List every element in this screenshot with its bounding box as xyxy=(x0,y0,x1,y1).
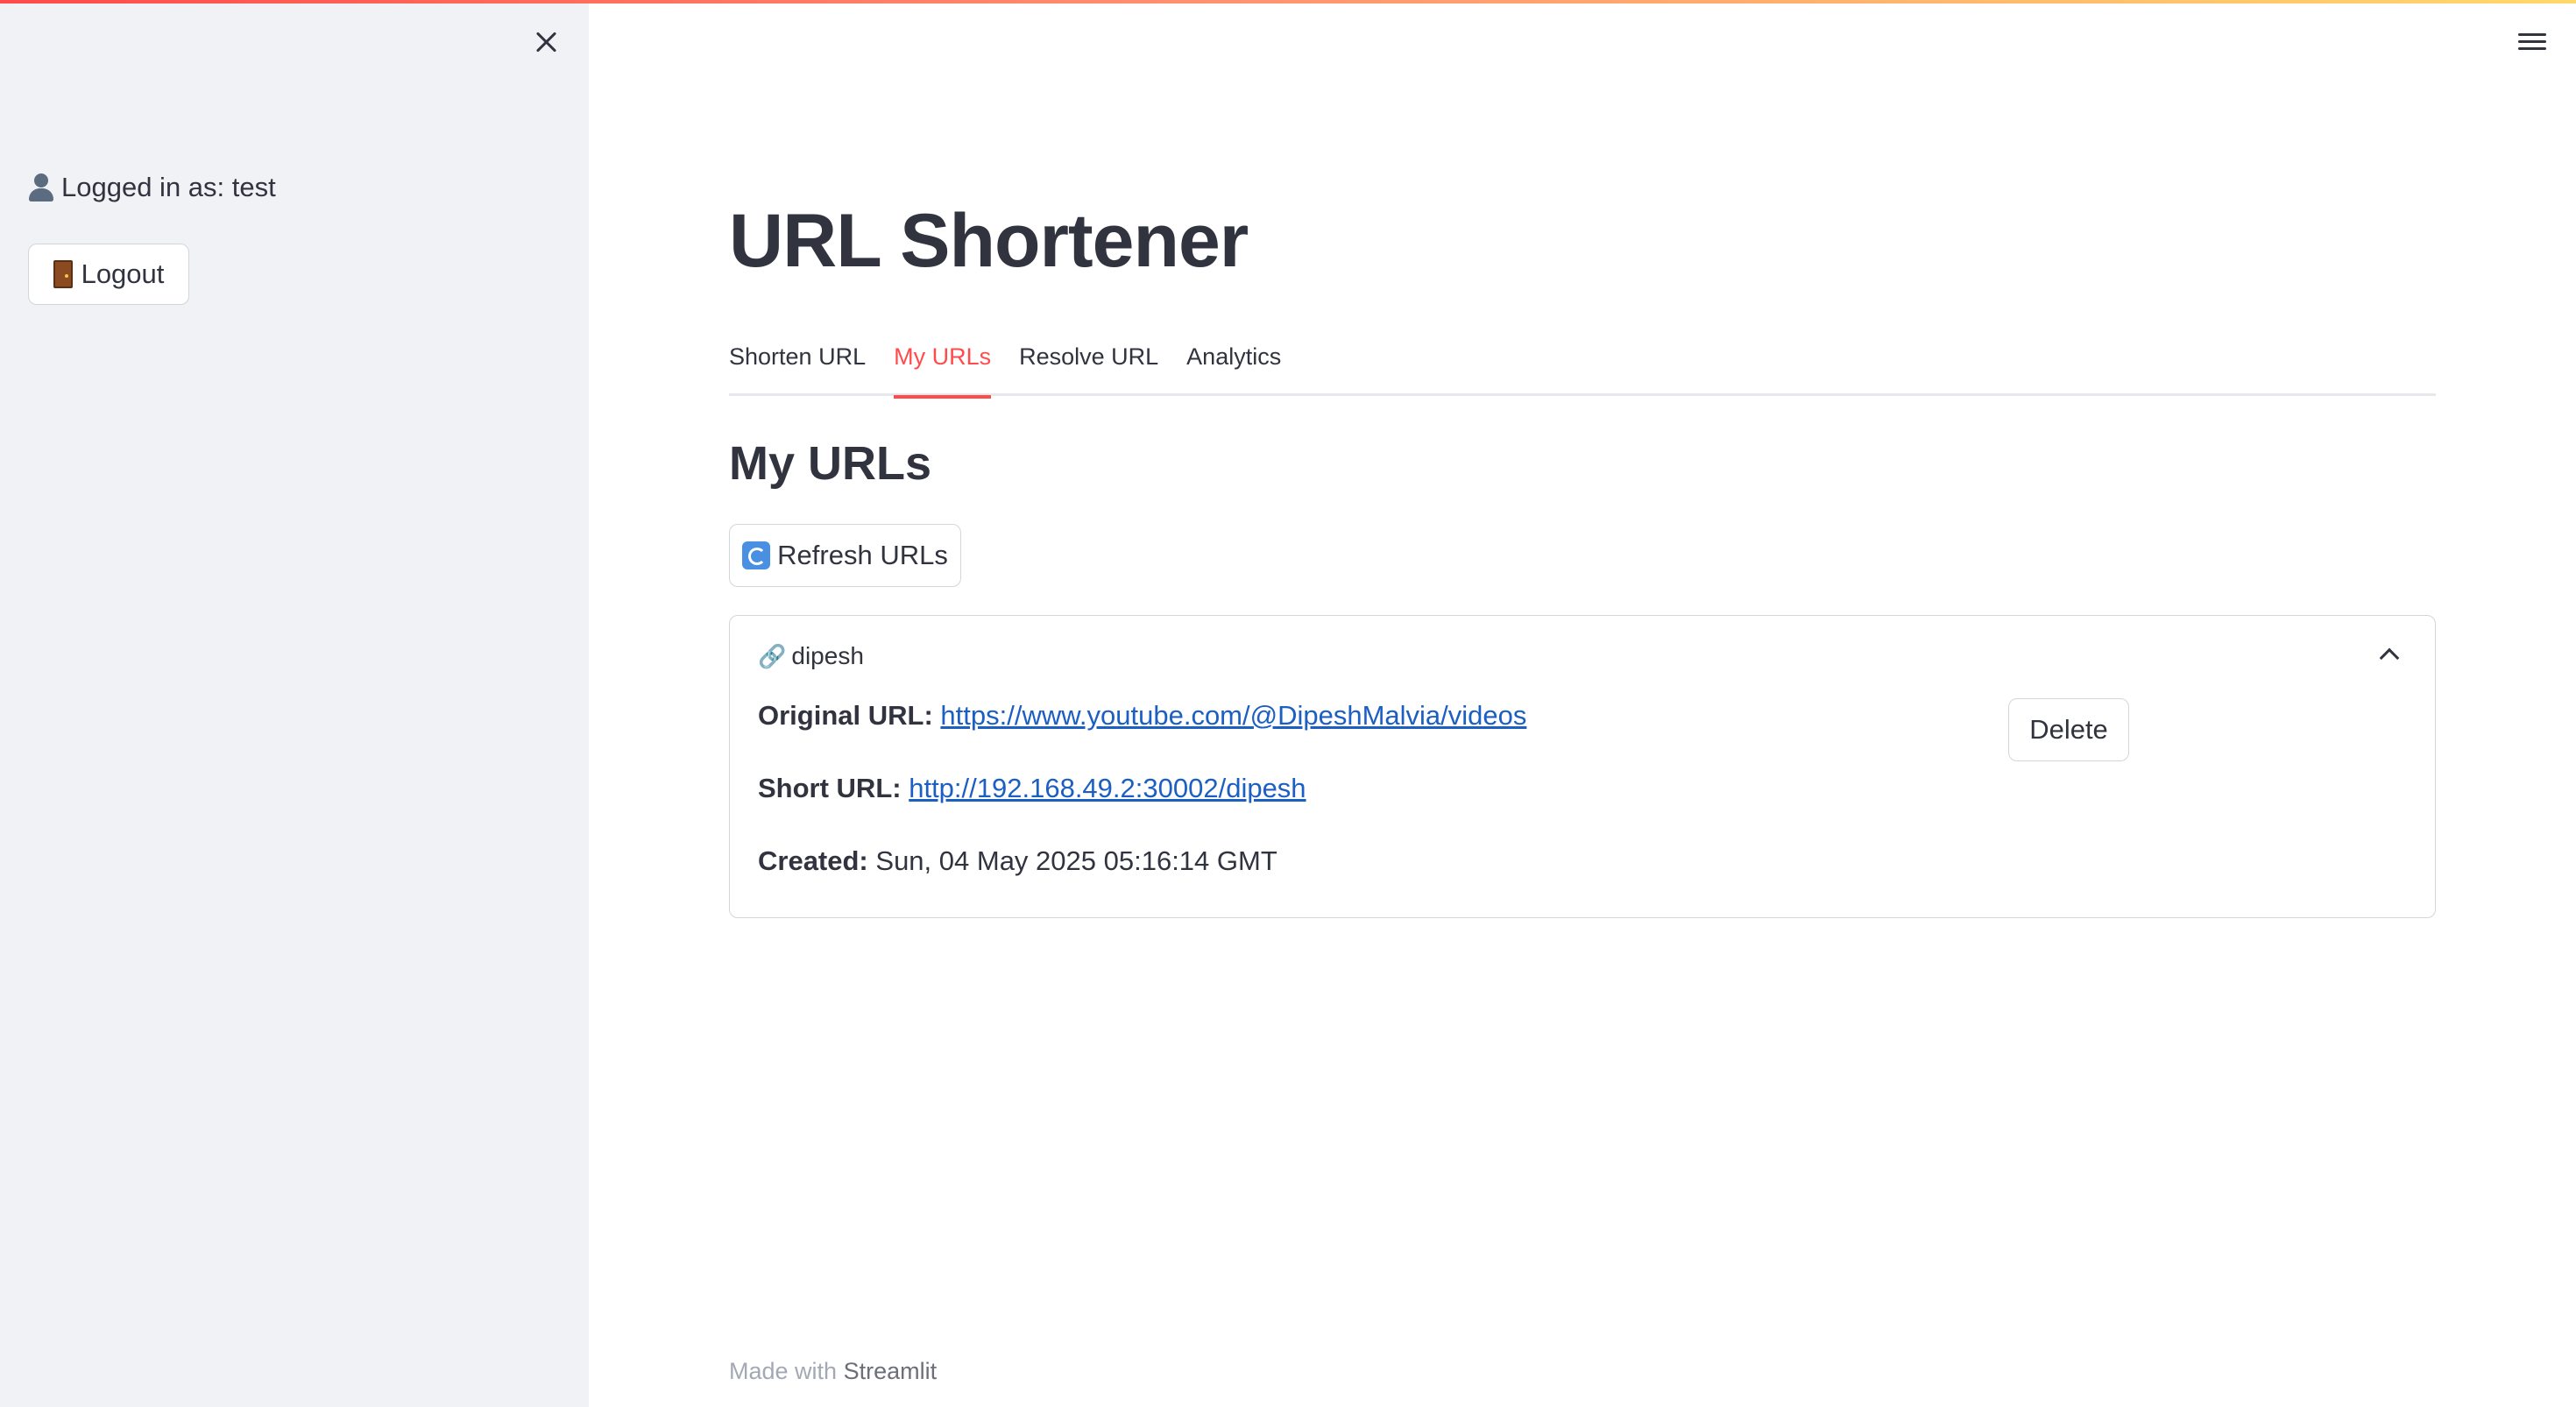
url-name: dipesh xyxy=(791,642,864,669)
short-url-link[interactable]: http://192.168.49.2:30002/dipesh xyxy=(909,773,1306,803)
created-label: Created: xyxy=(758,845,868,876)
section-title: My URLs xyxy=(729,437,932,490)
url-expander: 🔗 dipesh Original URL: https://www.youtu… xyxy=(729,615,2436,918)
close-icon[interactable] xyxy=(531,26,563,58)
top-decoration-bar xyxy=(0,0,2576,4)
footer-brand-link[interactable]: Streamlit xyxy=(844,1358,938,1384)
created-row: Created: Sun, 04 May 2025 05:16:14 GMT xyxy=(758,845,1277,877)
refresh-icon xyxy=(742,541,771,569)
user-icon xyxy=(26,173,56,202)
tab-shorten-url[interactable]: Shorten URL xyxy=(729,336,866,396)
chevron-up-icon[interactable] xyxy=(2379,647,2400,668)
page-title: URL Shortener xyxy=(729,199,1249,283)
tab-resolve-url[interactable]: Resolve URL xyxy=(1019,336,1158,396)
refresh-label: Refresh URLs xyxy=(777,540,948,570)
refresh-urls-button[interactable]: Refresh URLs xyxy=(729,524,961,587)
original-url-row: Original URL: https://www.youtube.com/@D… xyxy=(758,700,1526,732)
footer: Made with Streamlit xyxy=(729,1358,937,1385)
door-icon xyxy=(53,260,73,288)
tab-bar: Shorten URL My URLs Resolve URL Analytic… xyxy=(729,336,2436,399)
expander-header[interactable]: 🔗 dipesh xyxy=(758,642,864,670)
main-content: URL Shortener Shorten URL My URLs Resolv… xyxy=(729,0,2438,1407)
created-value: Sun, 04 May 2025 05:16:14 GMT xyxy=(875,845,1277,876)
link-icon: 🔗 xyxy=(758,642,787,669)
tab-analytics[interactable]: Analytics xyxy=(1186,336,1281,396)
original-url-link[interactable]: https://www.youtube.com/@DipeshMalvia/vi… xyxy=(940,700,1526,731)
logged-in-status: Logged in as: test xyxy=(26,172,276,203)
footer-prefix: Made with xyxy=(729,1358,838,1384)
logout-label: Logout xyxy=(81,258,165,289)
logout-button[interactable]: Logout xyxy=(28,244,189,305)
short-url-row: Short URL: http://192.168.49.2:30002/dip… xyxy=(758,773,1306,804)
original-url-label: Original URL: xyxy=(758,700,933,731)
sidebar: Logged in as: test Logout xyxy=(0,0,589,1407)
short-url-label: Short URL: xyxy=(758,773,902,803)
logged-in-text: Logged in as: test xyxy=(61,172,276,202)
delete-button[interactable]: Delete xyxy=(2008,698,2129,761)
hamburger-menu-icon[interactable] xyxy=(2518,32,2548,53)
tab-my-urls[interactable]: My URLs xyxy=(894,336,992,399)
